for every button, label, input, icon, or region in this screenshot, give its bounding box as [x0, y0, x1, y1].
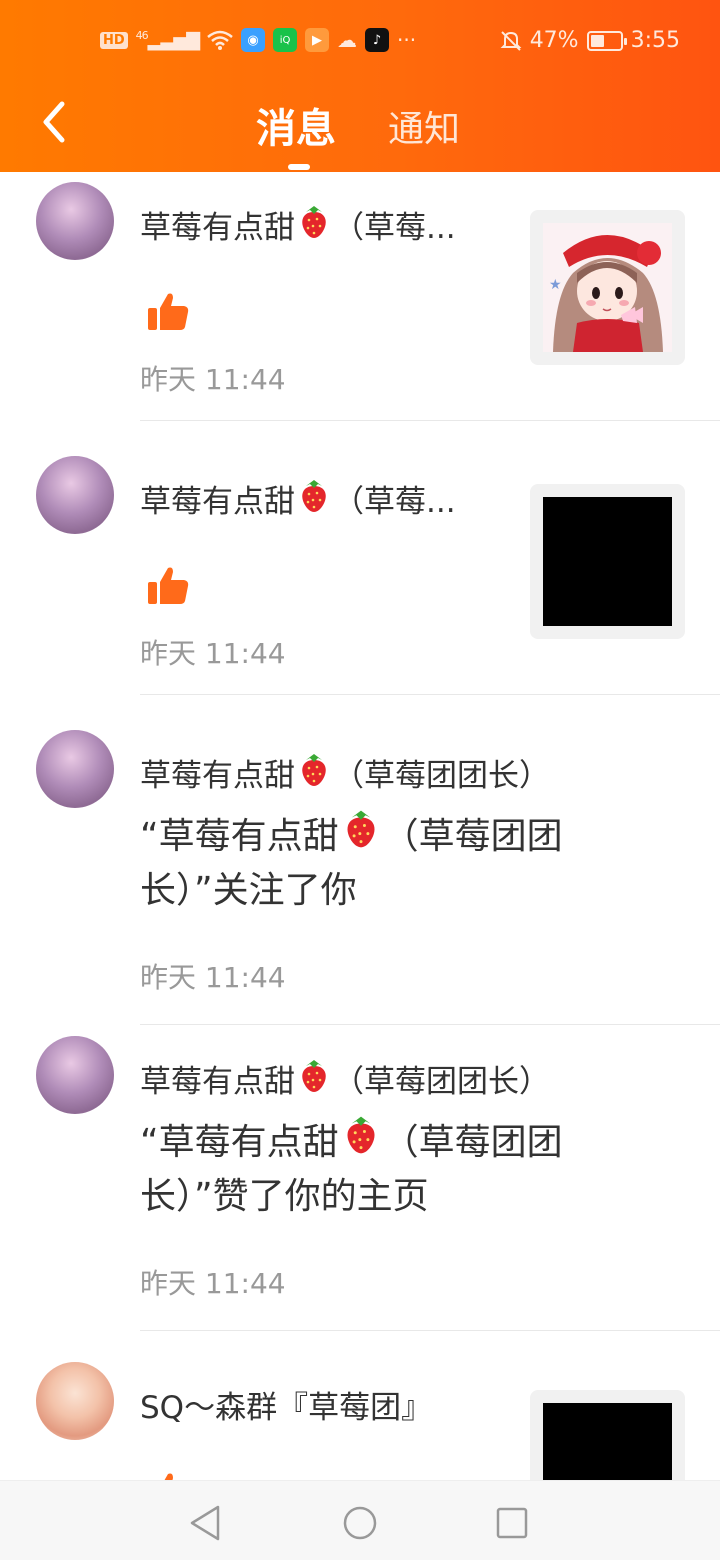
- list-item[interactable]: 草莓有点甜 （草莓... 昨天 11:44: [0, 172, 720, 446]
- message-text-pre: “草莓有点甜: [140, 1122, 339, 1163]
- thumbs-up-icon: [148, 293, 189, 330]
- sender-name[interactable]: 草莓有点甜 （草莓...: [140, 476, 456, 521]
- list-item[interactable]: 草莓有点甜 （草莓团团长） “草莓有点甜 （草莓团团长）”关注了你 昨天 11:44: [0, 720, 720, 1026]
- more-notifications-icon: ···: [397, 28, 417, 52]
- post-thumbnail[interactable]: ★: [530, 210, 685, 365]
- divider: [140, 694, 720, 695]
- strawberry-icon: [347, 810, 375, 848]
- cell-signal-icon: 46▂▃▅▇: [135, 29, 200, 51]
- sender-name[interactable]: 草莓有点甜 （草莓团团长）: [140, 750, 550, 795]
- avatar[interactable]: [36, 730, 114, 808]
- timestamp: 昨天 11:44: [140, 1267, 286, 1300]
- chevron-left-icon: [43, 101, 65, 143]
- status-right-icons: 47% 3:55: [500, 28, 680, 53]
- hd-badge: HD: [100, 31, 128, 49]
- battery-fill: [590, 34, 604, 47]
- battery-percent: 47%: [529, 28, 579, 53]
- timestamp: 昨天 11:44: [140, 637, 286, 670]
- sender-name-suffix: （草莓团团长）: [333, 1064, 550, 1100]
- timestamp: 昨天 11:44: [140, 363, 286, 396]
- active-tab-indicator: [288, 164, 310, 170]
- thumbs-up-icon: [148, 567, 189, 604]
- strawberry-icon: [302, 480, 326, 512]
- browser-app-icon: ◉: [241, 28, 266, 52]
- anime-girl-image: ★: [543, 223, 672, 352]
- strawberry-icon: [347, 1116, 375, 1154]
- tab-notifications[interactable]: 通知: [388, 100, 460, 152]
- message-text-pre: “草莓有点甜: [140, 816, 339, 857]
- avatar[interactable]: [36, 1362, 114, 1440]
- battery-icon: [586, 30, 627, 51]
- strawberry-icon: [302, 1060, 326, 1092]
- cloud-icon: ☁: [337, 28, 358, 52]
- iqiyi-app-icon: iQ: [273, 28, 298, 52]
- tiktok-app-icon: ♪: [365, 28, 390, 52]
- sender-name-suffix: （草莓...: [333, 484, 456, 520]
- sender-name-text: 草莓有点甜: [140, 210, 295, 246]
- strawberry-icon: [302, 206, 326, 238]
- divider: [140, 420, 720, 421]
- nav-home-button[interactable]: [340, 1503, 380, 1543]
- app-header: HD 46▂▃▅▇ ◉ iQ ▶ ☁ ♪ ··· 47% 3:55 消息 通知: [0, 0, 720, 172]
- wifi-icon: [207, 30, 233, 50]
- black-image: [543, 497, 672, 626]
- message-text: “草莓有点甜 （草莓团团长）”赞了你的主页: [140, 1112, 620, 1224]
- list-item[interactable]: 草莓有点甜 （草莓团团长） “草莓有点甜 （草莓团团长）”赞了你的主页 昨天 11:…: [0, 1026, 720, 1332]
- clock: 3:55: [630, 28, 680, 53]
- tab-messages[interactable]: 消息: [256, 96, 336, 154]
- sender-name-suffix: （草莓...: [333, 210, 456, 246]
- nav-back-button[interactable]: [186, 1503, 226, 1543]
- message-list: 草莓有点甜 （草莓... 昨天 11:44 ★ 草莓有点甜 （草莓... 昨天 …: [0, 172, 720, 1545]
- network-type: 46: [135, 29, 149, 42]
- divider: [140, 1330, 720, 1331]
- sender-name-text: 草莓有点甜: [140, 758, 295, 794]
- avatar[interactable]: [36, 1036, 114, 1114]
- sender-name-text: 草莓有点甜: [140, 484, 295, 520]
- sender-name-suffix: （草莓团团长）: [333, 758, 550, 794]
- status-left-icons: HD 46▂▃▅▇ ◉ iQ ▶ ☁ ♪ ···: [100, 28, 416, 52]
- avatar[interactable]: [36, 456, 114, 534]
- video-app-icon: ▶: [305, 28, 330, 52]
- mute-bell-icon: [500, 30, 522, 51]
- sender-name[interactable]: 草莓有点甜 （草莓团团长）: [140, 1056, 550, 1101]
- divider: [140, 1024, 720, 1025]
- timestamp: 昨天 11:44: [140, 961, 286, 994]
- status-bar: HD 46▂▃▅▇ ◉ iQ ▶ ☁ ♪ ··· 47% 3:55: [0, 24, 720, 64]
- sender-name[interactable]: SQ～森群『草莓团』: [140, 1382, 432, 1427]
- avatar[interactable]: [36, 182, 114, 260]
- svg-text:★: ★: [549, 277, 562, 293]
- list-item[interactable]: 草莓有点甜 （草莓... 昨天 11:44: [0, 446, 720, 720]
- nav-recents-button[interactable]: [492, 1503, 532, 1543]
- post-thumbnail[interactable]: [530, 484, 685, 639]
- strawberry-icon: [302, 754, 326, 786]
- anime-girl-illustration: ★: [543, 223, 672, 352]
- back-button[interactable]: [36, 98, 80, 146]
- system-nav-bar: [0, 1480, 720, 1560]
- sender-name[interactable]: 草莓有点甜 （草莓...: [140, 202, 456, 247]
- sender-name-text: 草莓有点甜: [140, 1064, 295, 1100]
- message-text: “草莓有点甜 （草莓团团长）”关注了你: [140, 806, 620, 918]
